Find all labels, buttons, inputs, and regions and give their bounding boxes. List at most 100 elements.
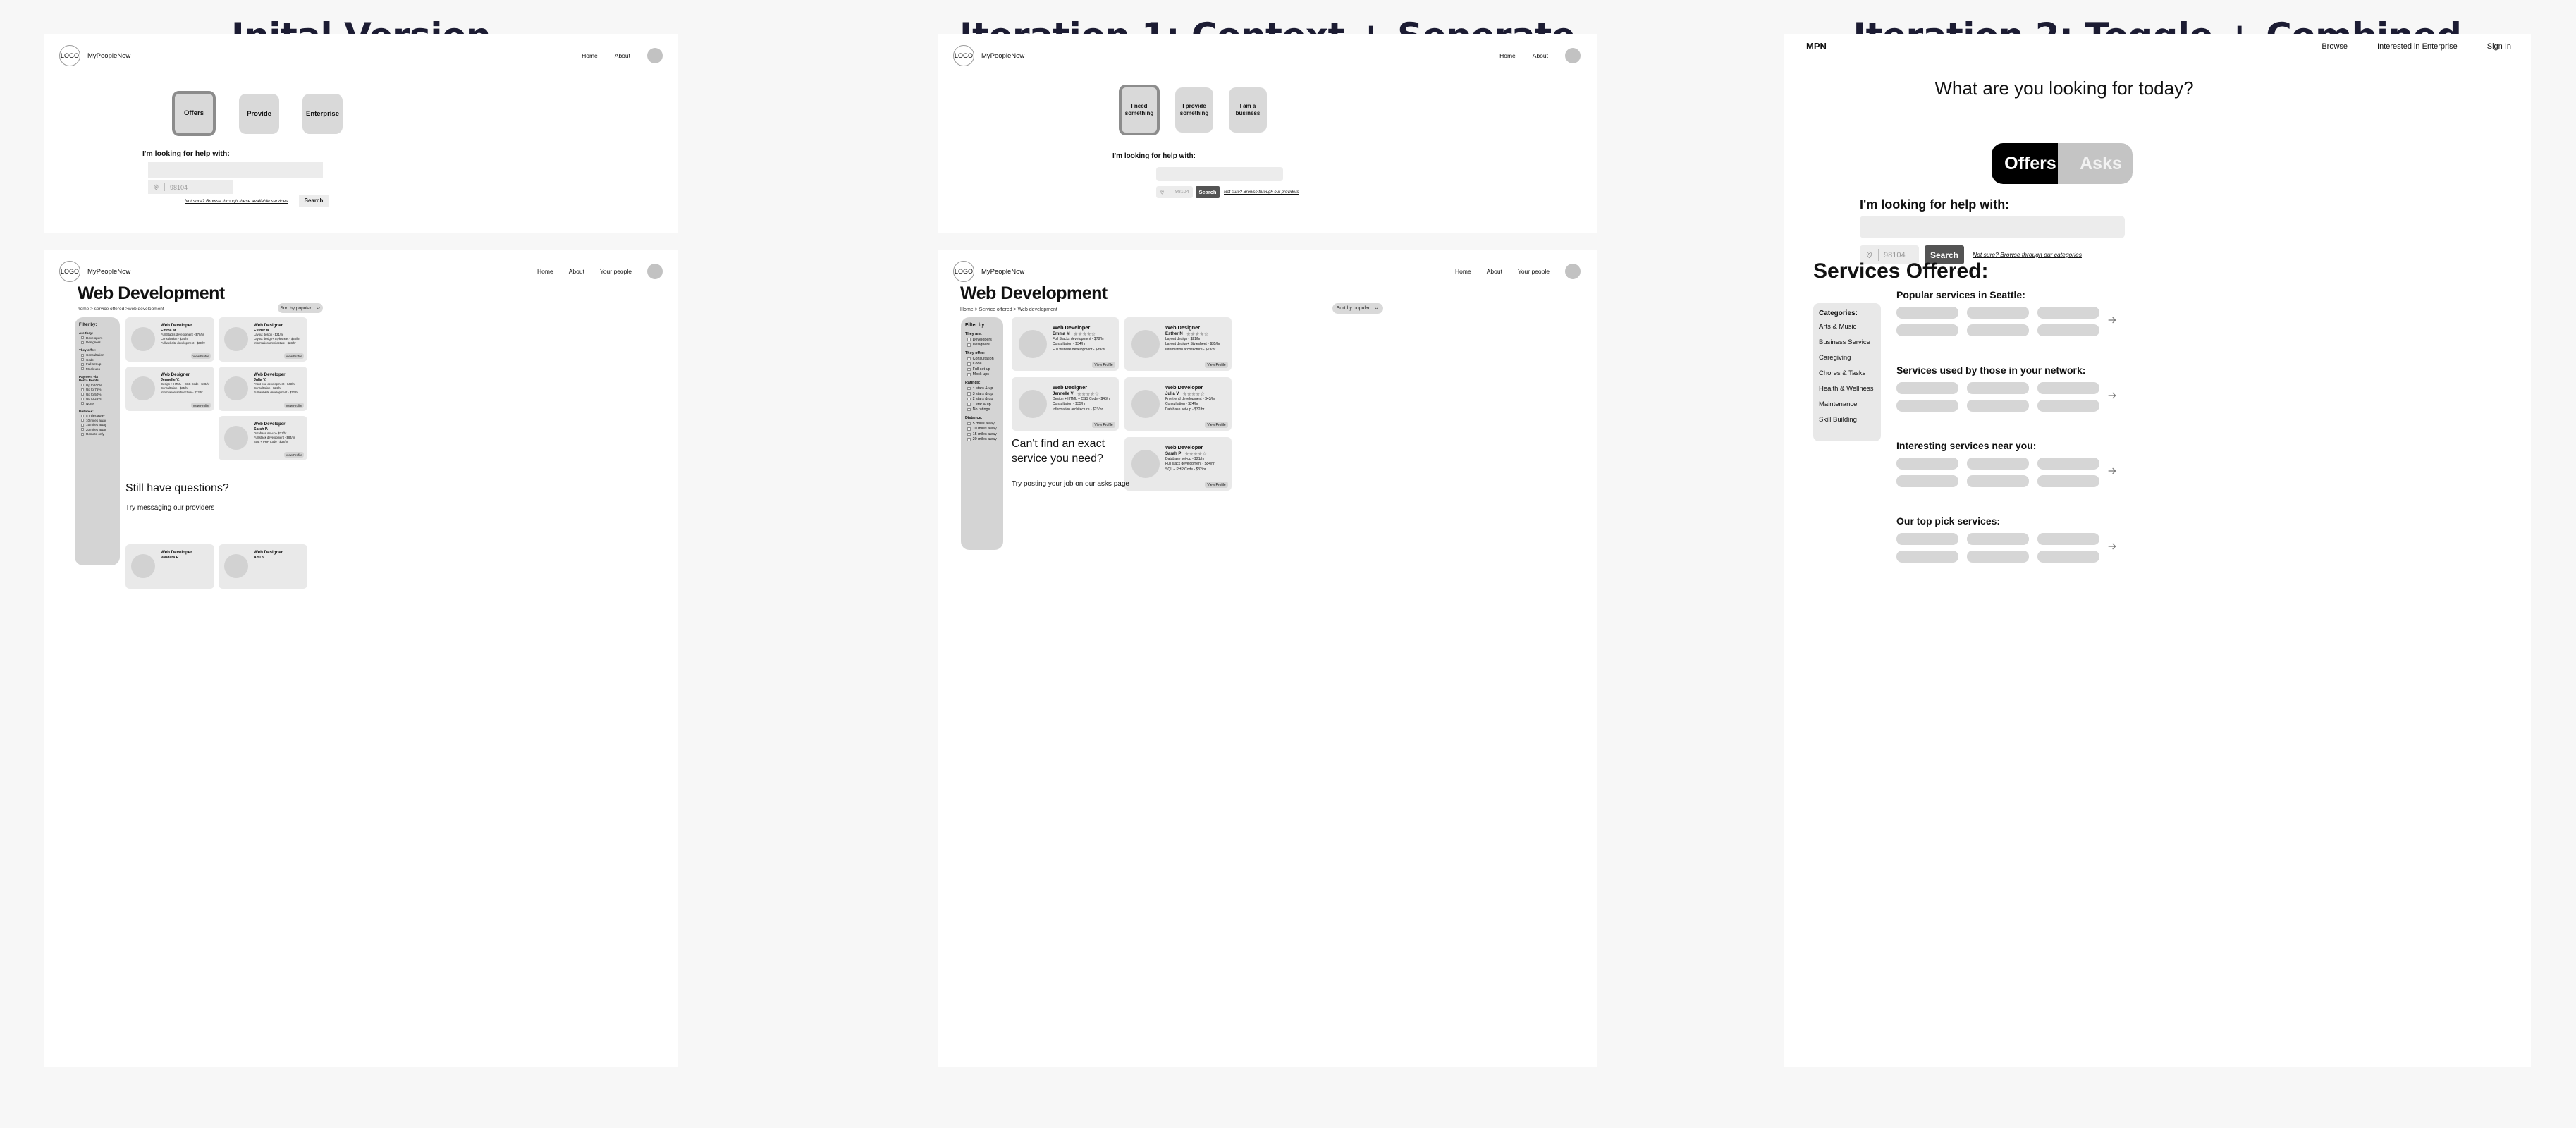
browse-hint-link[interactable]: Not sure? Browse through our providers xyxy=(1224,190,1299,195)
filter-option[interactable]: 10 miles away xyxy=(79,419,116,422)
zip-input[interactable]: 98104 xyxy=(1156,186,1193,198)
service-card-placeholder[interactable] xyxy=(1896,307,1958,319)
search-button[interactable]: Search xyxy=(1196,186,1220,198)
filter-option[interactable]: No ratings xyxy=(965,407,999,412)
service-card-placeholder[interactable] xyxy=(2037,475,2099,487)
filter-option[interactable]: Mock-ups xyxy=(965,372,999,376)
view-profile-button[interactable]: View Profile xyxy=(191,353,211,359)
browse-hint-link[interactable]: Not sure? Browse through these available… xyxy=(185,199,288,204)
choice-i-am-a-business[interactable]: I am a business xyxy=(1229,87,1267,133)
checkbox[interactable] xyxy=(81,428,84,431)
filter-option[interactable]: 15 miles away xyxy=(79,423,116,427)
filter-option[interactable]: Up to 75% xyxy=(79,388,116,391)
checkbox[interactable] xyxy=(967,386,971,391)
service-card-placeholder[interactable] xyxy=(1896,400,1958,412)
filter-option[interactable]: Developers xyxy=(965,338,999,342)
checkbox[interactable] xyxy=(81,432,84,436)
checkbox[interactable] xyxy=(81,358,84,362)
view-profile-button[interactable]: View Profile xyxy=(1205,362,1228,368)
provider-card[interactable]: Web Designer Ami S. xyxy=(219,544,307,589)
checkbox[interactable] xyxy=(967,343,971,347)
filter-option[interactable]: Up to100% xyxy=(79,384,116,387)
provider-card[interactable]: Web Developer Sarah P. Database set-up - $… xyxy=(219,416,307,460)
filter-option[interactable]: 4 stars & up xyxy=(965,386,999,391)
brand-block[interactable]: LOGO MyPeopleNow xyxy=(953,261,1024,282)
checkbox[interactable] xyxy=(81,367,84,371)
service-card-placeholder[interactable] xyxy=(1896,324,1958,336)
search-input[interactable] xyxy=(148,162,323,178)
checkbox[interactable] xyxy=(967,362,971,366)
arrow-right-icon[interactable] xyxy=(2106,390,2118,405)
checkbox[interactable] xyxy=(967,403,971,406)
filter-option[interactable]: 5 miles away xyxy=(79,414,116,417)
nav-link-about[interactable]: About xyxy=(1487,268,1502,275)
sort-dropdown[interactable]: Sort by popular xyxy=(278,303,323,313)
view-profile-button[interactable]: View Profile xyxy=(1092,362,1115,368)
filter-option[interactable]: 5 miles away xyxy=(965,422,999,426)
filter-option[interactable]: Up to 25% xyxy=(79,397,116,400)
provider-card[interactable]: Web Designer Jennelle V ★★★★☆ Design + HTML… xyxy=(1012,377,1119,431)
choice-offers[interactable]: Offers xyxy=(172,91,216,136)
category-item[interactable]: Chores & Tasks xyxy=(1819,369,1875,377)
checkbox[interactable] xyxy=(81,384,84,387)
view-profile-button[interactable]: View Profile xyxy=(284,403,304,408)
arrow-right-icon[interactable] xyxy=(2106,314,2118,329)
provider-card[interactable]: Web Developer Julia V ★★★★☆ Front-end devel… xyxy=(1124,377,1232,431)
filter-option[interactable]: 20 miles away xyxy=(79,428,116,431)
checkbox[interactable] xyxy=(81,397,84,400)
service-card-placeholder[interactable] xyxy=(1896,533,1958,545)
nav-link-browse[interactable]: Browse xyxy=(2322,42,2348,51)
brand-name[interactable]: MPN xyxy=(1806,41,1827,51)
filter-option[interactable]: 10 miles away xyxy=(965,427,999,431)
provider-card[interactable]: Web Designer Esther N ★★★★☆ Layout design -… xyxy=(1124,317,1232,371)
service-card-placeholder[interactable] xyxy=(1896,475,1958,487)
filter-option[interactable]: Up to 50% xyxy=(79,393,116,396)
checkbox[interactable] xyxy=(81,402,84,405)
avatar[interactable] xyxy=(647,264,663,279)
view-profile-button[interactable]: View Profile xyxy=(284,452,304,458)
avatar[interactable] xyxy=(647,48,663,63)
service-card-placeholder[interactable] xyxy=(1896,458,1958,470)
service-card-placeholder[interactable] xyxy=(2037,551,2099,563)
service-card-placeholder[interactable] xyxy=(2037,533,2099,545)
checkbox[interactable] xyxy=(81,353,84,357)
filter-option[interactable]: Designers xyxy=(965,343,999,347)
checkbox[interactable] xyxy=(967,392,971,396)
arrow-right-icon[interactable] xyxy=(2106,465,2118,480)
checkbox[interactable] xyxy=(967,427,971,431)
toggle-asks[interactable]: Asks xyxy=(2058,143,2133,184)
checkbox[interactable] xyxy=(81,336,84,340)
service-card-placeholder[interactable] xyxy=(1967,458,2029,470)
filter-option[interactable]: Remote only xyxy=(79,432,116,436)
checkbox[interactable] xyxy=(81,388,84,391)
provider-card[interactable]: Web Developer Emma M ★★★★☆ Full Stacks deve… xyxy=(1012,317,1119,371)
service-card-placeholder[interactable] xyxy=(1967,307,2029,319)
checkbox[interactable] xyxy=(967,367,971,372)
view-profile-button[interactable]: View Profile xyxy=(1205,422,1228,428)
checkbox[interactable] xyxy=(967,338,971,341)
checkbox[interactable] xyxy=(81,423,84,427)
nav-link-about[interactable]: About xyxy=(1533,52,1548,59)
service-card-placeholder[interactable] xyxy=(2037,382,2099,394)
nav-link-about[interactable]: About xyxy=(615,52,630,59)
checkbox[interactable] xyxy=(967,397,971,401)
filter-option[interactable]: 1 star & up xyxy=(965,403,999,407)
provider-card[interactable]: Web Developer Emma M. Full Stacks developm… xyxy=(125,317,214,362)
nav-link-your-people[interactable]: Your people xyxy=(1518,268,1550,275)
filter-option[interactable]: 15 miles away xyxy=(965,432,999,436)
service-card-placeholder[interactable] xyxy=(1967,551,2029,563)
filter-option[interactable]: Full set-up xyxy=(965,367,999,372)
checkbox[interactable] xyxy=(81,362,84,366)
category-item[interactable]: Business Service xyxy=(1819,338,1875,346)
category-item[interactable]: Health & Wellness xyxy=(1819,385,1875,393)
view-profile-button[interactable]: View Profile xyxy=(191,403,211,408)
service-card-placeholder[interactable] xyxy=(1896,551,1958,563)
provider-card[interactable]: Web Developer Julia V. Front-end developme… xyxy=(219,367,307,411)
browse-hint-link[interactable]: Not sure? Browse through our categories xyxy=(1973,251,2082,258)
filter-option[interactable]: Consultation xyxy=(965,357,999,361)
nav-link-sign-in[interactable]: Sign In xyxy=(2487,42,2511,51)
filter-option[interactable]: Developers xyxy=(79,336,116,340)
search-button[interactable]: Search xyxy=(299,195,329,207)
brand-block[interactable]: LOGO MyPeopleNow xyxy=(59,45,130,66)
service-card-placeholder[interactable] xyxy=(1967,382,2029,394)
